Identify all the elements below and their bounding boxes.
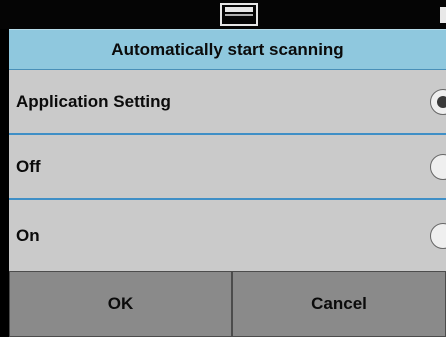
radio-unselected-icon[interactable] xyxy=(430,222,446,249)
scanner-tray-icon xyxy=(220,3,258,26)
screen-edge xyxy=(0,29,9,337)
radio-unselected-icon[interactable] xyxy=(430,153,446,180)
option-on[interactable]: On xyxy=(9,200,446,271)
option-label: On xyxy=(16,225,40,245)
option-off[interactable]: Off xyxy=(9,135,446,200)
status-icon xyxy=(440,7,446,23)
option-application-setting[interactable]: Application Setting xyxy=(9,70,446,135)
top-status-bar xyxy=(0,0,446,29)
option-label: Off xyxy=(16,156,41,176)
option-label: Application Setting xyxy=(16,91,171,111)
dialog-title: Automatically start scanning xyxy=(9,29,446,70)
radio-selected-icon[interactable] xyxy=(430,88,446,115)
cancel-button[interactable]: Cancel xyxy=(232,271,446,337)
ok-button[interactable]: OK xyxy=(9,271,232,337)
